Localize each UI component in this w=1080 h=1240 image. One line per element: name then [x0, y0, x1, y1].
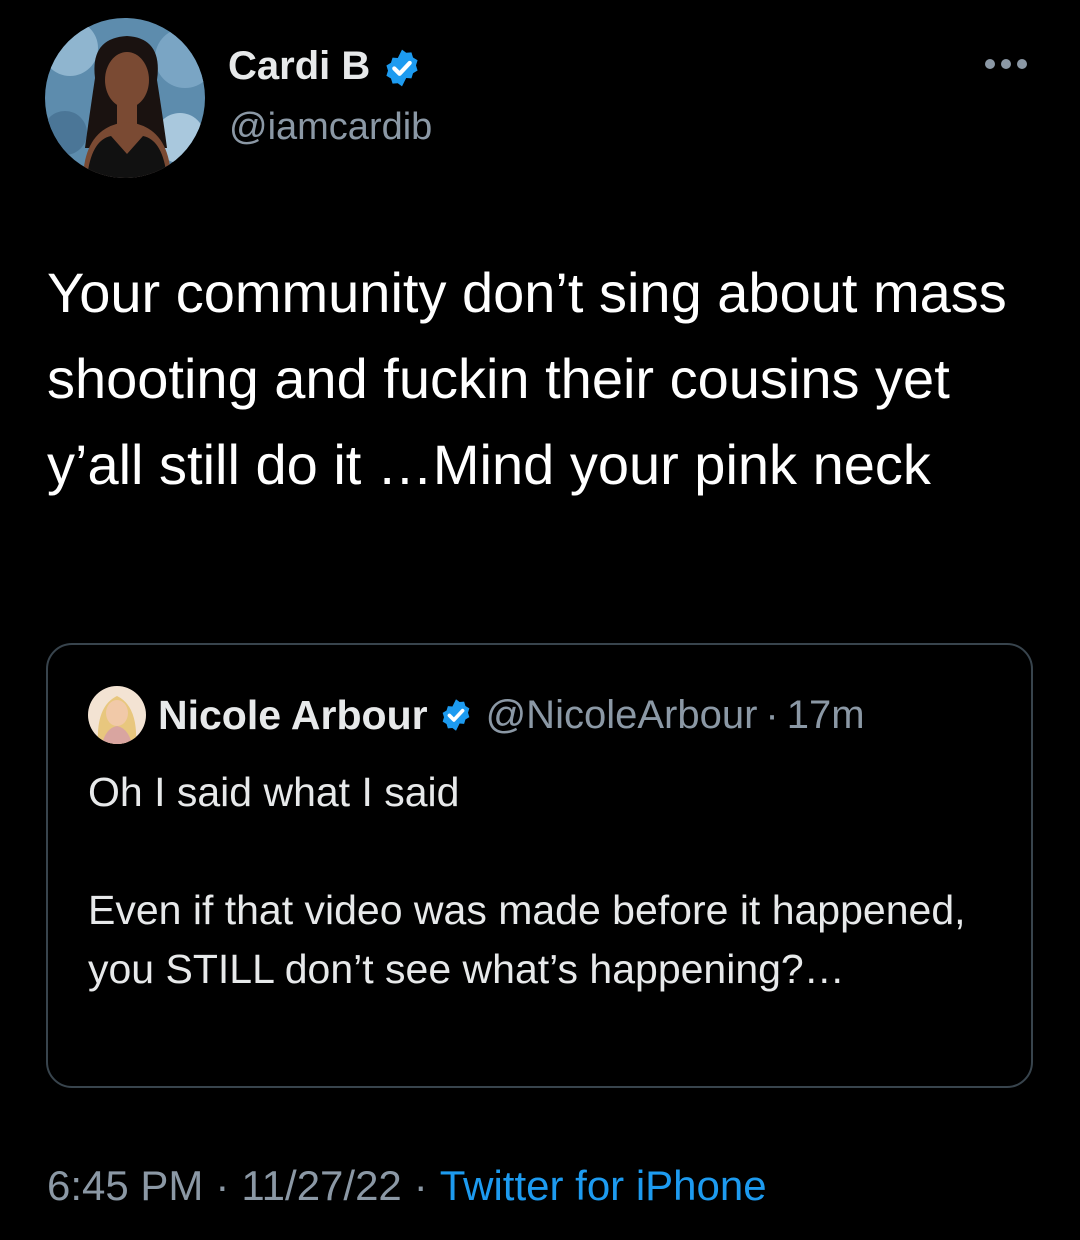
author-handle[interactable]: @iamcardib	[229, 106, 432, 149]
ellipsis-icon[interactable]	[984, 58, 1028, 70]
quoted-profile-photo	[88, 686, 146, 744]
author-name-row[interactable]: Cardi B	[228, 44, 423, 89]
quoted-tweet-card[interactable]: Nicole Arbour @NicoleArbour · 17m Oh I s…	[46, 643, 1033, 1088]
tweet-meta: 6:45 PM · 11/27/22 · Twitter for iPhone	[47, 1162, 767, 1210]
quoted-verified-badge-icon	[442, 699, 469, 731]
quoted-tweet-text: Oh I said what I said Even if that video…	[88, 763, 988, 999]
quoted-paragraph-2: Even if that video was made before it ha…	[88, 887, 966, 992]
quoted-paragraph-1: Oh I said what I said	[88, 769, 460, 815]
tweet-time[interactable]: 6:45 PM	[47, 1162, 203, 1209]
verified-badge-icon	[386, 50, 418, 87]
tweet-text: Your community don’t sing about mass sho…	[47, 261, 1007, 496]
meta-separator: ·	[215, 1162, 230, 1209]
tweet-source-link[interactable]: Twitter for iPhone	[440, 1162, 767, 1209]
profile-photo	[45, 18, 205, 178]
author-name[interactable]: Cardi B	[228, 44, 370, 88]
quoted-author-avatar	[88, 686, 146, 744]
quoted-timestamp: 17m	[786, 692, 865, 737]
author-avatar[interactable]	[45, 18, 205, 178]
meta-separator: ·	[413, 1162, 428, 1209]
quoted-author-handle: @NicoleArbour	[485, 692, 758, 737]
quoted-author-name: Nicole Arbour	[158, 691, 428, 738]
quoted-separator: ·	[765, 692, 779, 737]
tweet-date[interactable]: 11/27/22	[241, 1162, 401, 1209]
quoted-tweet-header: Nicole Arbour @NicoleArbour · 17m	[88, 685, 865, 745]
